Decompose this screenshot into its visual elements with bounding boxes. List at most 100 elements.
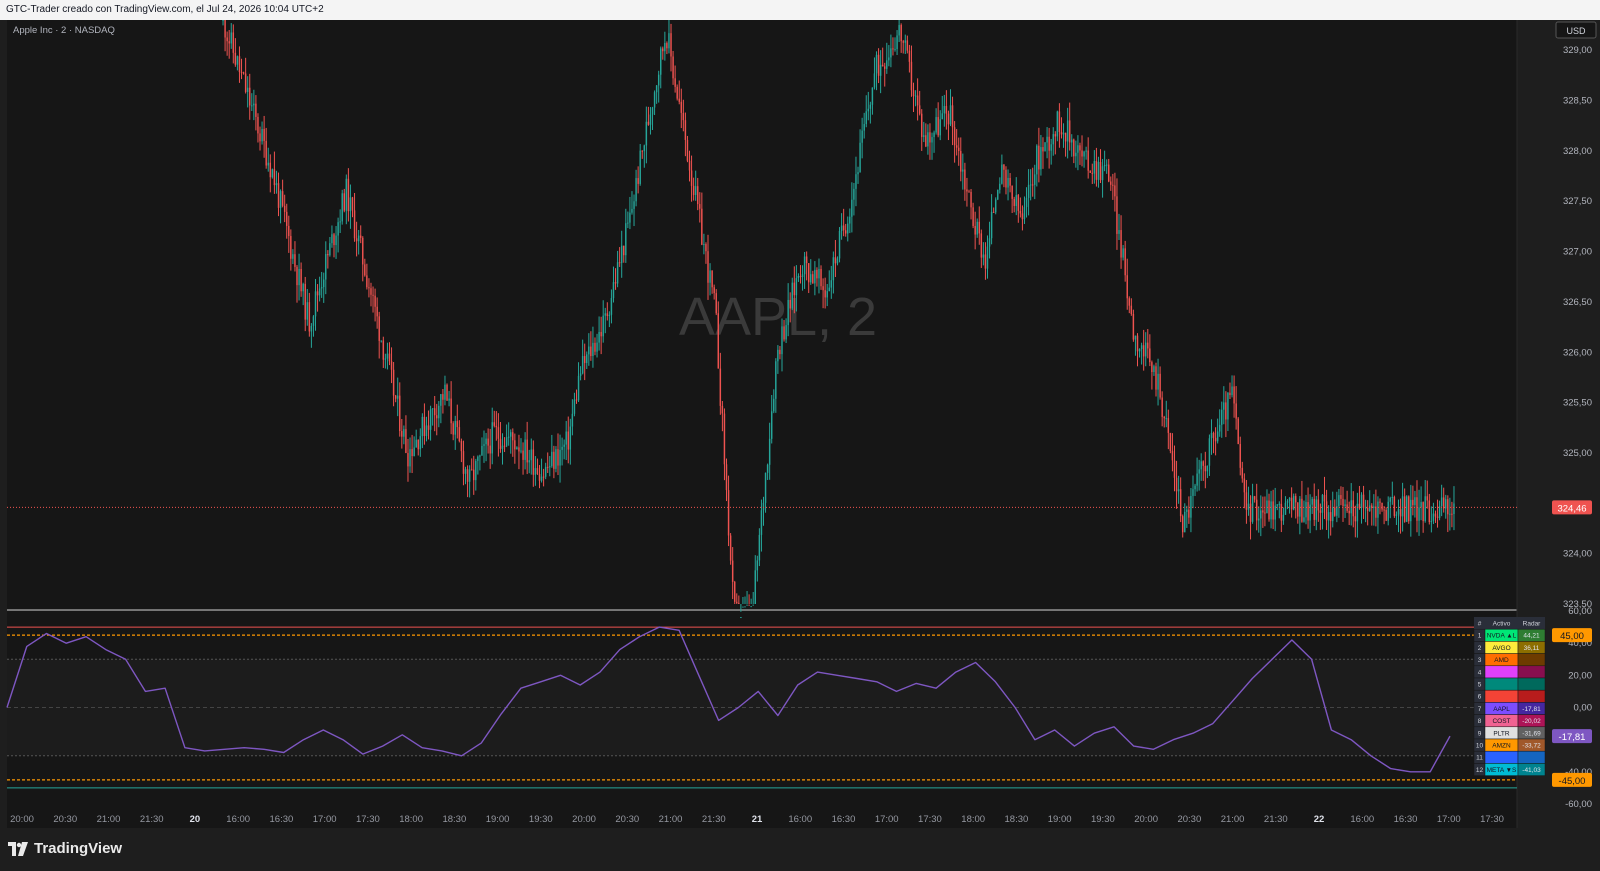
time-tick-label: 17:30 — [356, 814, 380, 825]
candle-body — [1428, 500, 1431, 523]
time-tick-label: 20:30 — [615, 814, 639, 825]
price-tick-label: 327,50 — [1563, 196, 1592, 207]
candle-body — [787, 299, 789, 326]
time-axis[interactable]: 20:00 20:30 21:00 21:30 20 16:00 16:30 17:00 17:… — [10, 814, 1504, 825]
candle-body — [1122, 248, 1124, 258]
candle-body — [1079, 145, 1081, 151]
candle-body — [1163, 416, 1165, 419]
candle-body — [1040, 147, 1042, 170]
candle-body — [1338, 495, 1340, 507]
candle-body — [1241, 467, 1244, 479]
candle-body — [1031, 184, 1034, 186]
candle-body — [653, 92, 656, 108]
candle-body — [573, 399, 576, 414]
candle-body — [1401, 496, 1404, 517]
time-tick-label: 22 — [1314, 814, 1325, 825]
candle-body — [468, 469, 471, 482]
candle-body — [742, 606, 744, 608]
candle-body — [1247, 503, 1250, 510]
candle-body — [1011, 185, 1013, 199]
candle-body — [1323, 494, 1326, 502]
time-tick-label: 20:00 — [1134, 814, 1158, 825]
candle-body — [746, 604, 748, 606]
candle-body — [1218, 424, 1221, 432]
candle-body — [349, 197, 352, 212]
radar-value: -33,72 — [1522, 743, 1541, 750]
candle-body — [912, 90, 915, 96]
candle-body — [818, 268, 820, 279]
candle-body — [1200, 461, 1202, 470]
candle-body — [910, 61, 913, 91]
candle-body — [277, 183, 280, 208]
candle-body — [795, 278, 798, 296]
candle-body — [542, 476, 545, 478]
chart-screenshot: GTC-Trader creado con TradingView.com, e… — [0, 0, 1600, 871]
instrument-legend[interactable]: Apple Inc · 2 · NASDAQ — [13, 25, 115, 36]
candle-body — [606, 313, 609, 317]
candle-body — [662, 48, 664, 52]
candle-body — [1408, 496, 1410, 522]
candle-body — [699, 204, 701, 209]
candle-body — [423, 416, 426, 437]
candle-body — [1368, 505, 1371, 511]
candle-body — [1278, 503, 1281, 505]
candle-body — [446, 384, 448, 401]
tradingview-logo-icon — [8, 841, 28, 856]
candle-body — [557, 449, 559, 466]
candle-body — [898, 25, 900, 36]
candle-body — [651, 107, 654, 115]
candle-body — [1157, 373, 1159, 390]
candle-body — [703, 244, 705, 246]
candle-body — [586, 354, 588, 363]
candle-body — [1342, 498, 1344, 506]
brand-logo[interactable]: TradingView — [8, 840, 122, 857]
candle-body — [351, 197, 354, 211]
candle-body — [378, 316, 380, 341]
candle-body — [731, 560, 734, 582]
candle-body — [608, 314, 611, 317]
candle-body — [581, 356, 584, 374]
currency-button[interactable]: USD — [1555, 21, 1597, 39]
candle-body — [286, 211, 288, 226]
radar-value: -41,03 — [1522, 767, 1541, 774]
candle-body — [306, 302, 309, 320]
candle-body — [604, 313, 606, 316]
candle-body — [1233, 386, 1235, 404]
candle-body — [470, 469, 473, 471]
oscillator-axis[interactable]: 60,0040,0020,000,00-40,00-60,0045,00-45,… — [1552, 606, 1592, 810]
candle-body — [1042, 147, 1044, 152]
chart-canvas[interactable]: AAPL, 2 Apple Inc · 2 · NASDAQ USD 329,0… — [0, 0, 1600, 871]
candle-body — [1186, 509, 1188, 512]
candle-body — [374, 295, 376, 307]
candle-body — [793, 282, 796, 296]
candle-body — [571, 413, 574, 427]
candle-body — [565, 431, 567, 445]
candle-body — [1325, 501, 1328, 521]
radar-cell — [1517, 750, 1546, 764]
threshold-label: 45,00 — [1560, 631, 1584, 642]
candle-body — [1073, 139, 1075, 157]
candle — [446, 383, 448, 401]
time-tick-label: 21:30 — [1264, 814, 1288, 825]
price-tick-label: 327,00 — [1563, 247, 1592, 258]
candle-body — [427, 425, 430, 430]
candle-body — [892, 48, 894, 50]
candle-body — [960, 151, 962, 172]
candle-body — [729, 535, 732, 561]
candle-body — [419, 436, 422, 450]
candle-body — [1171, 450, 1174, 461]
candle-body — [921, 113, 923, 137]
symbol-watermark: AAPL, 2 — [679, 287, 877, 347]
candle-body — [1346, 504, 1348, 511]
candle-body — [840, 225, 843, 231]
candle-body — [670, 33, 672, 57]
candle-body — [1019, 210, 1022, 214]
candle-body — [1173, 460, 1176, 478]
time-tick-label: 16:30 — [270, 814, 294, 825]
candle-body — [824, 290, 826, 298]
candle-body — [1282, 514, 1285, 521]
candle-body — [1161, 397, 1163, 417]
candle-body — [1003, 164, 1005, 170]
candle-body — [1009, 177, 1011, 186]
candle-body — [752, 604, 754, 606]
